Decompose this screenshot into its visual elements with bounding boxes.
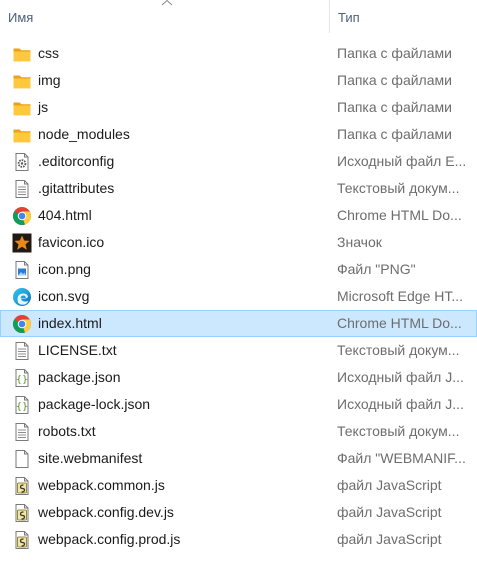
type-column-header[interactable]: Тип [329,0,477,33]
file-name: .editorconfig [38,153,115,169]
file-name: package.json [38,369,121,385]
file-row[interactable]: icon.png Файл "PNG" [0,256,477,283]
file-type: Исходный файл J... [337,396,464,412]
file-type: файл JavaScript [337,504,442,520]
file-row[interactable]: favicon.ico Значок [0,229,477,256]
js-file-icon [12,503,32,523]
file-row[interactable]: 404.html Chrome HTML Do... [0,202,477,229]
file-type: Значок [337,234,382,250]
file-name: 404.html [38,207,92,223]
file-type: файл JavaScript [337,477,442,493]
folder-icon [12,125,32,145]
file-row[interactable]: js Папка с файлами [0,94,477,121]
file-row[interactable]: package.json Исходный файл J... [0,364,477,391]
folder-icon [12,44,32,64]
file-name: icon.svg [38,288,90,304]
folder-icon [12,98,32,118]
file-row[interactable]: robots.txt Текстовый докум... [0,418,477,445]
file-type: Chrome HTML Do... [337,315,462,331]
edge-icon [12,287,32,307]
json-file-icon [12,368,32,388]
file-type: Текстовый докум... [337,180,460,196]
gear-file-icon [12,152,32,172]
text-file-icon [12,179,32,199]
chrome-icon [12,314,32,334]
blank-file-icon [12,449,32,469]
text-file-icon [12,422,32,442]
json-file-icon [12,395,32,415]
file-row[interactable]: LICENSE.txt Текстовый докум... [0,337,477,364]
file-name: .gitattributes [38,180,115,196]
file-name: webpack.config.dev.js [38,504,174,520]
file-type: Папка с файлами [337,126,452,142]
file-type: Текстовый докум... [337,423,460,439]
file-row[interactable]: webpack.config.dev.js файл JavaScript [0,499,477,526]
file-name: LICENSE.txt [38,342,117,358]
file-row[interactable]: node_modules Папка с файлами [0,121,477,148]
file-type: Файл "PNG" [337,261,416,277]
file-name: js [38,99,49,115]
file-row[interactable]: icon.svg Microsoft Edge HT... [0,283,477,310]
file-row[interactable]: .editorconfig Исходный файл E... [0,148,477,175]
file-type: Исходный файл E... [337,153,467,169]
file-row[interactable]: .gitattributes Текстовый докум... [0,175,477,202]
file-name: icon.png [38,261,91,277]
file-name: img [38,72,61,88]
file-name: site.webmanifest [38,450,143,466]
file-row[interactable]: css Папка с файлами [0,40,477,67]
name-column-header[interactable]: Имя [0,0,328,33]
file-type: Chrome HTML Do... [337,207,462,223]
text-file-icon [12,341,32,361]
file-name: robots.txt [38,423,96,439]
file-name: webpack.common.js [38,477,165,493]
file-name: index.html [38,315,102,331]
file-name: package-lock.json [38,396,151,412]
chrome-icon [12,206,32,226]
file-list: css Папка с файлами img Папка с файлами js Па… [0,40,477,553]
file-row[interactable]: index.html Chrome HTML Do... [0,310,477,337]
file-type: Папка с файлами [337,72,452,88]
file-type: файл JavaScript [337,531,442,547]
file-type: Исходный файл J... [337,369,464,385]
js-file-icon [12,530,32,550]
js-file-icon [12,476,32,496]
file-name: favicon.ico [38,234,105,250]
file-type: Папка с файлами [337,45,452,61]
image-file-icon [12,260,32,280]
file-row[interactable]: site.webmanifest Файл "WEBMANIF... [0,445,477,472]
file-row[interactable]: package-lock.json Исходный файл J... [0,391,477,418]
file-row[interactable]: webpack.common.js файл JavaScript [0,472,477,499]
file-type: Папка с файлами [337,99,452,115]
file-type: Файл "WEBMANIF... [337,450,466,466]
file-name: node_modules [38,126,130,142]
folder-icon [12,71,32,91]
file-row[interactable]: img Папка с файлами [0,67,477,94]
file-type: Microsoft Edge HT... [337,288,464,304]
column-header: Имя Тип [0,0,477,33]
file-type: Текстовый докум... [337,342,460,358]
star-icon [12,233,32,253]
file-name: css [38,45,59,61]
file-row[interactable]: webpack.config.prod.js файл JavaScript [0,526,477,553]
file-name: webpack.config.prod.js [38,531,181,547]
